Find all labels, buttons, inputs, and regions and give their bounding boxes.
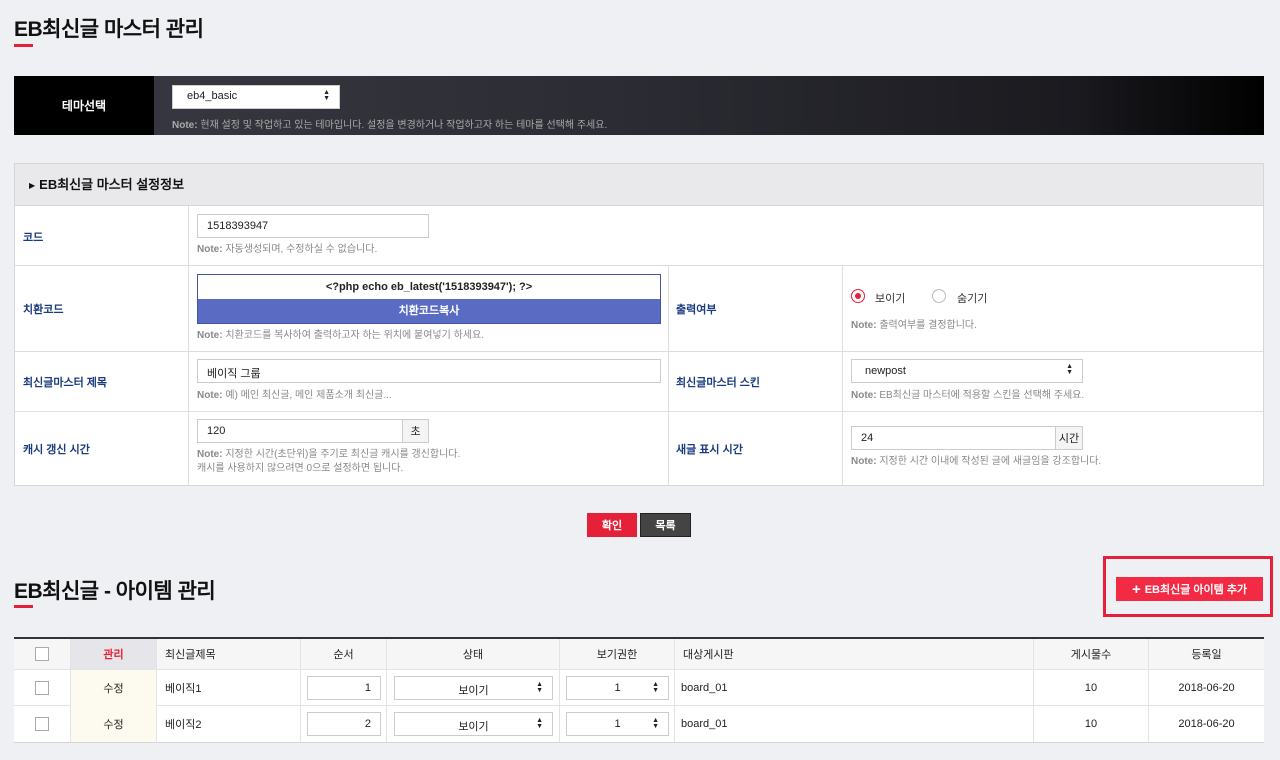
page-title: EB최신글 마스터 관리 bbox=[14, 18, 204, 41]
col-order: 순서 bbox=[301, 639, 387, 669]
replace-code-note: Note: 치환코드를 복사하여 출력하고자 하는 위치에 붙여넣기 하세요. bbox=[197, 330, 484, 341]
permission-select[interactable]: 1 ▲ ▼ bbox=[566, 712, 669, 736]
code-label: 코드 bbox=[23, 232, 44, 244]
code-note: Note: 자동생성되며, 수정하실 수 없습니다. bbox=[197, 244, 378, 255]
theme-note: Note: 현재 설정 및 작업하고 있는 테마입니다. 설정을 변경하거나 작… bbox=[172, 120, 608, 131]
row-board: board_01 bbox=[675, 670, 1034, 706]
new-display-input[interactable]: 24 bbox=[851, 426, 1056, 450]
table-header: 관리 최신글제목 순서 상태 보기권한 대상게시판 게시물수 등록일 bbox=[14, 639, 1264, 670]
col-count: 게시물수 bbox=[1034, 639, 1149, 669]
status-cell: 보이기 ▲ ▼ bbox=[387, 670, 560, 706]
cache-unit: 초 bbox=[402, 419, 429, 443]
cache-note: Note: 지정한 시간(초단위)을 주기로 최신글 캐시를 갱신합니다. 캐시… bbox=[197, 449, 461, 474]
row-checkbox[interactable] bbox=[35, 681, 49, 695]
edit-link[interactable]: 수정 bbox=[71, 706, 157, 742]
settings-panel-header: ▶ EB최신글 마스터 설정정보 bbox=[15, 164, 1263, 206]
copy-code-button[interactable]: 치환코드복사 bbox=[198, 299, 660, 323]
cache-label: 캐시 갱신 시간 bbox=[23, 444, 90, 456]
permission-cell: 1 ▲ ▼ bbox=[560, 706, 675, 742]
theme-select[interactable]: eb4_basic ▲ ▼ bbox=[172, 85, 340, 109]
master-skin-note: Note: EB최신글 마스터에 적용할 스킨을 선택해 주세요. bbox=[851, 390, 1085, 401]
theme-label: 테마선택 bbox=[14, 76, 154, 135]
row-check-cell bbox=[14, 670, 71, 706]
divider bbox=[188, 206, 189, 486]
master-skin-value: newpost bbox=[865, 365, 906, 377]
select-arrows-icon: ▲ ▼ bbox=[652, 681, 659, 694]
select-all-checkbox[interactable] bbox=[35, 647, 49, 661]
add-item-button[interactable]: + EB최신글 아이템 추가 bbox=[1116, 577, 1263, 601]
new-display-label: 새글 표시 시간 bbox=[676, 444, 743, 456]
radio-hide-label: 숨기기 bbox=[957, 293, 988, 305]
divider bbox=[668, 266, 669, 486]
theme-bar: 테마선택 eb4_basic ▲ ▼ Note: 현재 설정 및 작업하고 있는 … bbox=[14, 76, 1264, 135]
col-manage: 관리 bbox=[71, 639, 157, 669]
title-underline bbox=[14, 44, 33, 47]
col-permission: 보기권한 bbox=[560, 639, 675, 669]
select-arrows-icon: ▲ ▼ bbox=[536, 681, 543, 694]
divider bbox=[842, 266, 843, 486]
code-input[interactable]: 1518393947 bbox=[197, 214, 429, 238]
radio-show[interactable] bbox=[851, 289, 865, 303]
order-input[interactable]: 2 bbox=[307, 712, 381, 736]
order-cell: 2 bbox=[301, 706, 387, 742]
output-note: Note: 출력여부를 결정합니다. bbox=[851, 320, 977, 331]
settings-panel: ▶ EB최신글 마스터 설정정보 코드 1518393947 Note: 자동생성… bbox=[14, 163, 1264, 486]
radio-hide[interactable] bbox=[932, 289, 946, 303]
order-cell: 1 bbox=[301, 670, 387, 706]
radio-show-label: 보이기 bbox=[875, 293, 906, 305]
master-skin-select[interactable]: newpost ▲ ▼ bbox=[851, 359, 1083, 383]
select-arrows-icon: ▲ ▼ bbox=[652, 717, 659, 730]
table-row: 수정 베이직2 2 보이기 ▲ ▼ 1 ▲ ▼ board_01 10 2018-06-… bbox=[14, 706, 1264, 742]
select-arrows-icon: ▲ ▼ bbox=[536, 717, 543, 730]
row-checkbox[interactable] bbox=[35, 717, 49, 731]
col-status: 상태 bbox=[387, 639, 560, 669]
master-title-input[interactable]: 베이직 그룹 bbox=[197, 359, 661, 383]
order-input[interactable]: 1 bbox=[307, 676, 381, 700]
col-title: 최신글제목 bbox=[157, 639, 301, 669]
row-date: 2018-06-20 bbox=[1178, 682, 1235, 694]
row-title: 베이직2 bbox=[157, 706, 301, 742]
replace-code-text[interactable]: <?php echo eb_latest('1518393947'); ?> bbox=[198, 275, 660, 299]
confirm-button[interactable]: 확인 bbox=[587, 513, 637, 537]
col-date: 등록일 bbox=[1191, 649, 1222, 661]
row-title: 베이직1 bbox=[157, 670, 301, 706]
list-button[interactable]: 목록 bbox=[640, 513, 691, 537]
permission-cell: 1 ▲ ▼ bbox=[560, 670, 675, 706]
select-arrows-icon: ▲ ▼ bbox=[1066, 363, 1073, 376]
replace-code-label: 치환코드 bbox=[23, 304, 64, 316]
new-display-note: Note: 지정한 시간 이내에 작성된 글에 새글임을 강조합니다. bbox=[851, 456, 1102, 467]
status-select[interactable]: 보이기 ▲ ▼ bbox=[394, 676, 553, 700]
caret-right-icon: ▶ bbox=[29, 181, 36, 190]
select-arrows-icon: ▲ ▼ bbox=[323, 89, 330, 102]
row-count: 10 bbox=[1034, 706, 1149, 742]
permission-select[interactable]: 1 ▲ ▼ bbox=[566, 676, 669, 700]
items-title: EB최신글 - 아이템 관리 bbox=[14, 580, 216, 603]
master-skin-label: 최신글마스터 스킨 bbox=[676, 377, 761, 389]
table-row: 수정 베이직1 1 보이기 ▲ ▼ 1 ▲ ▼ board_01 10 2018-06-… bbox=[14, 670, 1264, 706]
replace-code-box: <?php echo eb_latest('1518393947'); ?> 치… bbox=[197, 274, 661, 324]
cache-input[interactable]: 120 bbox=[197, 419, 403, 443]
col-board: 대상게시판 bbox=[675, 639, 1034, 669]
row-check-cell bbox=[14, 706, 71, 742]
status-cell: 보이기 ▲ ▼ bbox=[387, 706, 560, 742]
row-count: 10 bbox=[1034, 670, 1149, 706]
row-date: 2018-06-20 bbox=[1178, 718, 1235, 730]
edit-link[interactable]: 수정 bbox=[71, 670, 157, 706]
master-title-label: 최신글마스터 제목 bbox=[23, 377, 108, 389]
header-check-cell bbox=[14, 639, 71, 669]
theme-select-value: eb4_basic bbox=[187, 90, 238, 102]
items-title-underline bbox=[14, 605, 33, 608]
add-item-highlight: + EB최신글 아이템 추가 bbox=[1103, 556, 1273, 617]
new-display-unit: 시간 bbox=[1055, 426, 1083, 450]
items-table: 관리 최신글제목 순서 상태 보기권한 대상게시판 게시물수 등록일 수정 베이… bbox=[14, 637, 1264, 743]
row-board: board_01 bbox=[675, 706, 1034, 742]
master-title-note: Note: 예) 메인 최신글, 메인 제품소개 최신글... bbox=[197, 390, 392, 401]
status-select[interactable]: 보이기 ▲ ▼ bbox=[394, 712, 553, 736]
plus-icon: + bbox=[1131, 580, 1141, 598]
output-label: 출력여부 bbox=[676, 304, 717, 316]
